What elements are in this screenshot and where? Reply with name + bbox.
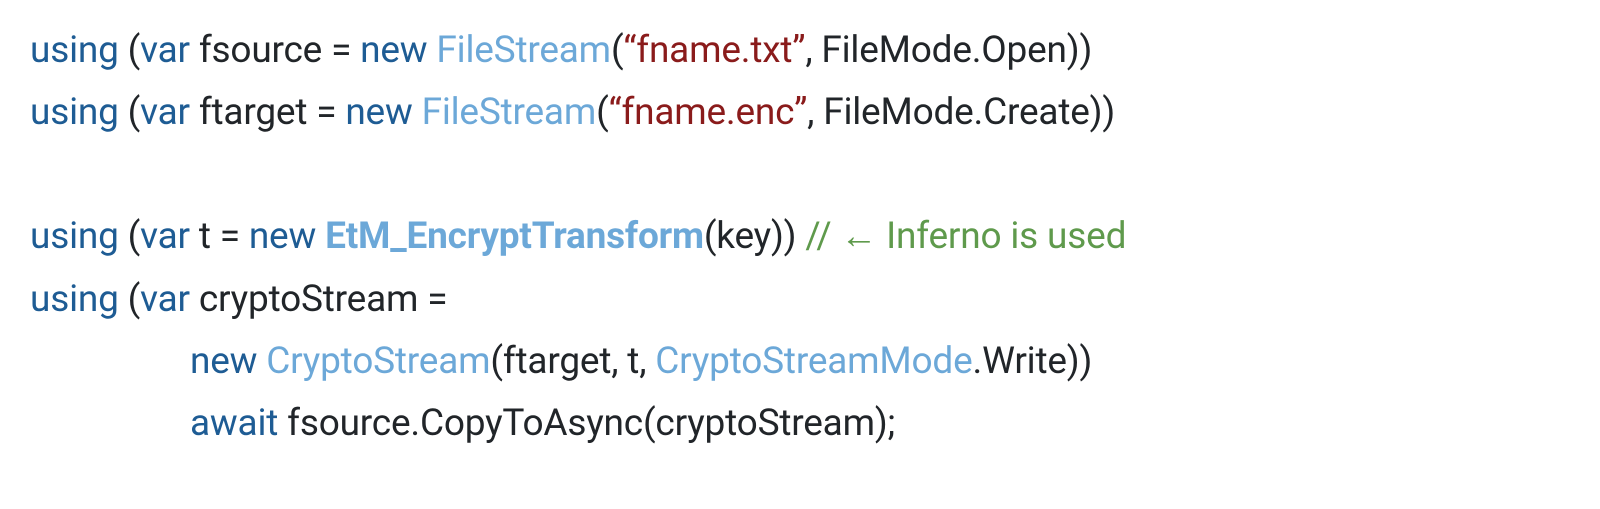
tail: , FileMode.Create)) [807, 91, 1115, 134]
space [316, 215, 325, 258]
keyword-var: var [140, 29, 190, 72]
space [257, 340, 266, 383]
keyword-new: new [345, 91, 412, 134]
identifier: ftarget = [190, 91, 345, 134]
identifier: t = [190, 215, 249, 258]
keyword-using: using [30, 91, 119, 134]
keyword-var: var [140, 91, 190, 134]
paren-open: ( [119, 91, 140, 134]
code-block: using (var fsource = new FileStream(“fna… [30, 20, 1570, 455]
paren-open: ( [119, 278, 140, 321]
code-line-1: using (var fsource = new FileStream(“fna… [30, 20, 1570, 82]
paren-open: ( [119, 215, 140, 258]
keyword-using: using [30, 29, 119, 72]
tail: .Write)) [973, 340, 1093, 383]
identifier: fsource = [190, 29, 360, 72]
stmt: fsource.CopyToAsync(cryptoStream); [278, 402, 895, 445]
keyword-new: new [190, 340, 257, 383]
keyword-new: new [249, 215, 316, 258]
type-cryptostreammode: CryptoStreamMode [655, 340, 972, 383]
keyword-await: await [190, 402, 278, 445]
keyword-var: var [140, 215, 190, 258]
code-line-6: await fsource.CopyToAsync(cryptoStream); [30, 393, 1570, 455]
type-filestream: FileStream [422, 91, 597, 134]
identifier: cryptoStream = [190, 278, 447, 321]
code-line-2: using (var ftarget = new FileStream(“fna… [30, 82, 1570, 144]
type-cryptostream: CryptoStream [266, 340, 490, 383]
space [413, 91, 422, 134]
paren-open-2: ( [596, 91, 608, 134]
paren-open-2: ( [611, 29, 623, 72]
keyword-using: using [30, 215, 119, 258]
string-literal: “fname.txt” [623, 29, 805, 72]
keyword-new: new [360, 29, 427, 72]
code-line-4: using (var cryptoStream = [30, 269, 1570, 331]
comment: // ← Inferno is used [805, 215, 1126, 258]
code-line-5: new CryptoStream(ftarget, t, CryptoStrea… [30, 331, 1570, 393]
string-literal: “fname.enc” [609, 91, 808, 134]
keyword-using: using [30, 278, 119, 321]
tail: , FileMode.Open)) [805, 29, 1092, 72]
tail: (key)) [704, 215, 806, 258]
keyword-var: var [140, 278, 190, 321]
code-line-3: using (var t = new EtM_EncryptTransform(… [30, 206, 1570, 268]
type-filestream: FileStream [436, 29, 611, 72]
blank-line [30, 144, 1570, 206]
type-etm-encrypttransform: EtM_EncryptTransform [325, 215, 704, 258]
args: (ftarget, t, [490, 340, 655, 383]
paren-open: ( [119, 29, 140, 72]
